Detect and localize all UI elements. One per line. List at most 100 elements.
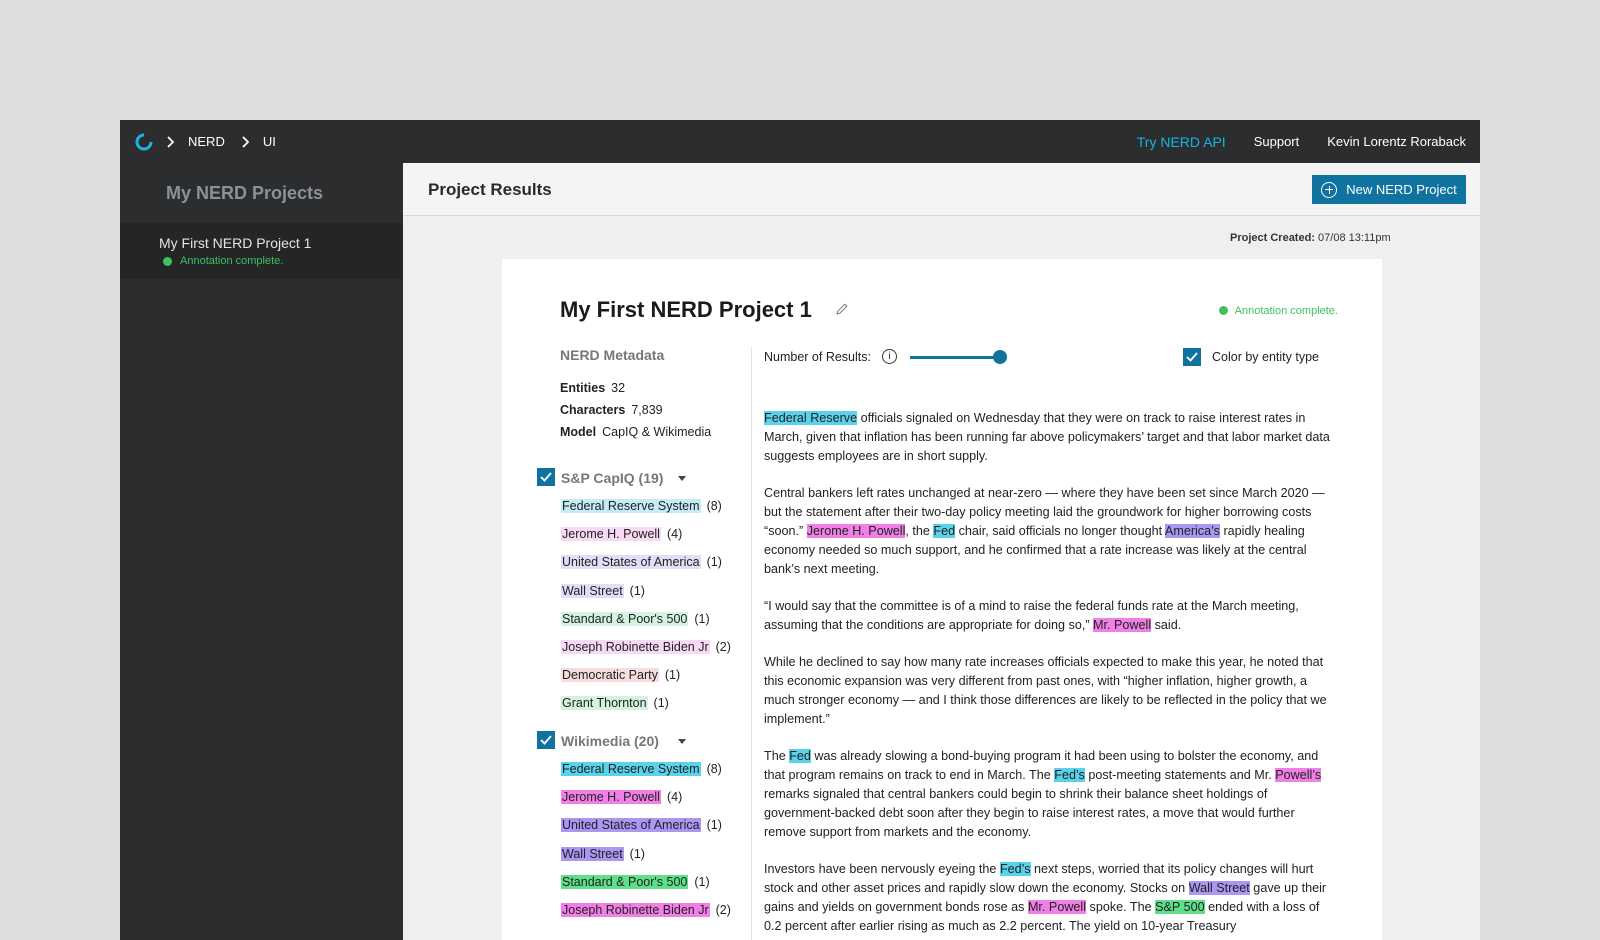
entity-item[interactable]: Standard & Poor's 500 (1) xyxy=(561,874,710,889)
breadcrumb-nerd[interactable]: NERD xyxy=(188,134,225,149)
results-slider-track[interactable] xyxy=(910,356,998,359)
entity-item[interactable]: Grant Thornton (1) xyxy=(561,696,669,711)
entity-group: Wikimedia (20) Federal Reserve System (8) J… xyxy=(537,731,767,917)
entity-item[interactable]: Democratic Party (1) xyxy=(561,668,681,683)
entity-highlight[interactable]: Wall Street xyxy=(1188,881,1250,895)
entity-count: (2) xyxy=(715,903,731,917)
new-project-button[interactable]: New NERD Project xyxy=(1312,175,1466,204)
status-text: Annotation complete. xyxy=(180,255,284,267)
color-by-entity-toggle[interactable]: Color by entity type xyxy=(1183,347,1340,367)
user-menu[interactable]: Kevin Lorentz Roraback xyxy=(1327,134,1466,149)
pencil-icon[interactable] xyxy=(835,302,849,316)
meta-value: 32 xyxy=(611,381,626,395)
metadata-row: Entities 32 xyxy=(560,381,750,395)
entity-count: (1) xyxy=(629,846,645,861)
entity-item[interactable]: Jerome H. Powell (4) xyxy=(561,790,683,805)
entity-highlight[interactable]: Fed xyxy=(789,749,811,763)
entity-item[interactable]: Federal Reserve System (8) xyxy=(561,762,722,776)
chevron-right-icon xyxy=(164,135,178,149)
metadata-row: Model CapIQ & Wikimedia xyxy=(560,425,750,439)
entity-name: Joseph Robinette Biden Jr xyxy=(561,640,710,654)
project-created: Project Created: 07/08 13:11pm xyxy=(1230,232,1391,244)
entity-item[interactable]: Standard & Poor's 500 (1) xyxy=(561,611,710,626)
checkbox-checked-icon[interactable] xyxy=(1183,348,1201,366)
entity-name: United States of America xyxy=(561,555,701,570)
entity-highlight[interactable]: America’s xyxy=(1164,524,1220,538)
entity-highlight[interactable]: Powell’s xyxy=(1275,768,1322,782)
sidebar-title: My NERD Projects xyxy=(166,183,324,203)
checkbox-checked-icon[interactable] xyxy=(537,468,555,486)
support-link[interactable]: Support xyxy=(1254,134,1300,149)
entity-item[interactable]: Jerome H. Powell (4) xyxy=(561,527,683,542)
logo-icon[interactable] xyxy=(134,132,154,152)
text-paragraph: “I would say that the committee is of a … xyxy=(764,599,1299,632)
entity-item[interactable]: Joseph Robinette Biden Jr (2) xyxy=(561,640,731,654)
entity-count: (2) xyxy=(715,640,731,654)
entity-count: (8) xyxy=(706,762,722,776)
entity-name: Standard & Poor's 500 xyxy=(561,611,689,626)
text-paragraph: While he declined to say how many rate i… xyxy=(764,655,1327,726)
new-project-label: New NERD Project xyxy=(1346,182,1457,197)
entity-count: (1) xyxy=(664,668,681,683)
status-text: Annotation complete. xyxy=(1234,305,1338,317)
entity-highlight[interactable]: S&P 500 xyxy=(1155,900,1205,914)
entity-name: Jerome H. Powell xyxy=(561,527,661,542)
results-slider-handle[interactable] xyxy=(993,350,1007,364)
annotated-text: Federal Reserve officials signaled on We… xyxy=(764,409,1334,940)
meta-label: Entities xyxy=(560,381,606,395)
entity-count: (1) xyxy=(629,583,645,598)
entity-item[interactable]: United States of America (1) xyxy=(561,818,722,833)
metadata-row: Characters 7,839 xyxy=(560,403,750,417)
entity-item[interactable]: United States of America (1) xyxy=(561,555,722,570)
sidebar-item-project[interactable]: My First NERD Project 1 Annotation compl… xyxy=(120,223,403,279)
entity-item[interactable]: Joseph Robinette Biden Jr (2) xyxy=(561,903,731,917)
entity-count: (8) xyxy=(706,499,722,513)
page-title: Project Results xyxy=(428,180,552,199)
entity-group-header[interactable]: S&P CapIQ (19) xyxy=(537,468,767,491)
entity-highlight[interactable]: Mr. Powell xyxy=(1027,900,1087,914)
entity-highlight[interactable]: Jerome H. Powell xyxy=(806,524,906,538)
entity-highlight[interactable]: Fed’s xyxy=(999,862,1031,876)
text-paragraph: Federal Reserve officials signaled on We… xyxy=(764,411,1330,463)
text-paragraph: Central bankers left rates unchanged at … xyxy=(764,486,1325,576)
entity-name: Joseph Robinette Biden Jr xyxy=(561,903,710,917)
results-label: Number of Results: xyxy=(764,350,871,364)
main-header: Project Results New NERD Project xyxy=(403,163,1480,216)
entity-group-label: S&P CapIQ (19) xyxy=(561,470,664,486)
divider xyxy=(751,347,752,940)
chevron-right-icon xyxy=(239,135,253,149)
caret-down-icon[interactable] xyxy=(678,476,686,481)
entity-count: (4) xyxy=(666,790,683,805)
entity-highlight[interactable]: Fed xyxy=(933,524,956,538)
info-icon[interactable]: i xyxy=(882,349,897,364)
entity-group: S&P CapIQ (19) Federal Reserve System (8) J… xyxy=(537,468,767,711)
try-api-link[interactable]: Try NERD API xyxy=(1137,134,1226,150)
entity-count: (1) xyxy=(706,555,722,570)
entity-group-header[interactable]: Wikimedia (20) xyxy=(537,731,767,754)
entity-item[interactable]: Federal Reserve System (8) xyxy=(561,499,722,513)
entity-highlight[interactable]: Mr. Powell xyxy=(1093,618,1152,632)
checkbox-checked-icon[interactable] xyxy=(537,731,555,749)
sidebar-item-status: Annotation complete. xyxy=(163,255,284,267)
sidebar: My NERD Projects My First NERD Project 1… xyxy=(120,163,403,940)
entity-item[interactable]: Wall Street (1) xyxy=(561,846,645,861)
entity-count: (1) xyxy=(694,874,710,889)
entity-name: United States of America xyxy=(561,818,701,833)
top-bar: NERD UI Try NERD API Support Kevin Loren… xyxy=(120,120,1480,163)
entity-name: Wall Street xyxy=(561,583,624,598)
entity-item[interactable]: Wall Street (1) xyxy=(561,583,645,598)
entity-name: Wall Street xyxy=(561,846,624,861)
entity-highlight[interactable]: Federal Reserve xyxy=(764,411,858,425)
annotation-status: Annotation complete. xyxy=(1218,305,1338,317)
metadata-heading: NERD Metadata xyxy=(560,347,665,363)
breadcrumb-ui[interactable]: UI xyxy=(263,134,276,149)
entity-highlight[interactable]: Fed’s xyxy=(1054,768,1085,782)
project-card: My First NERD Project 1 Annotation compl… xyxy=(502,259,1382,940)
entity-name: Federal Reserve System xyxy=(561,499,701,513)
app-window: NERD UI Try NERD API Support Kevin Loren… xyxy=(120,120,1480,940)
status-dot-icon xyxy=(163,257,172,266)
project-title: My First NERD Project 1 xyxy=(560,297,812,322)
sidebar-item-label: My First NERD Project 1 xyxy=(159,235,312,251)
caret-down-icon[interactable] xyxy=(678,739,686,744)
entity-count: (4) xyxy=(666,527,683,542)
